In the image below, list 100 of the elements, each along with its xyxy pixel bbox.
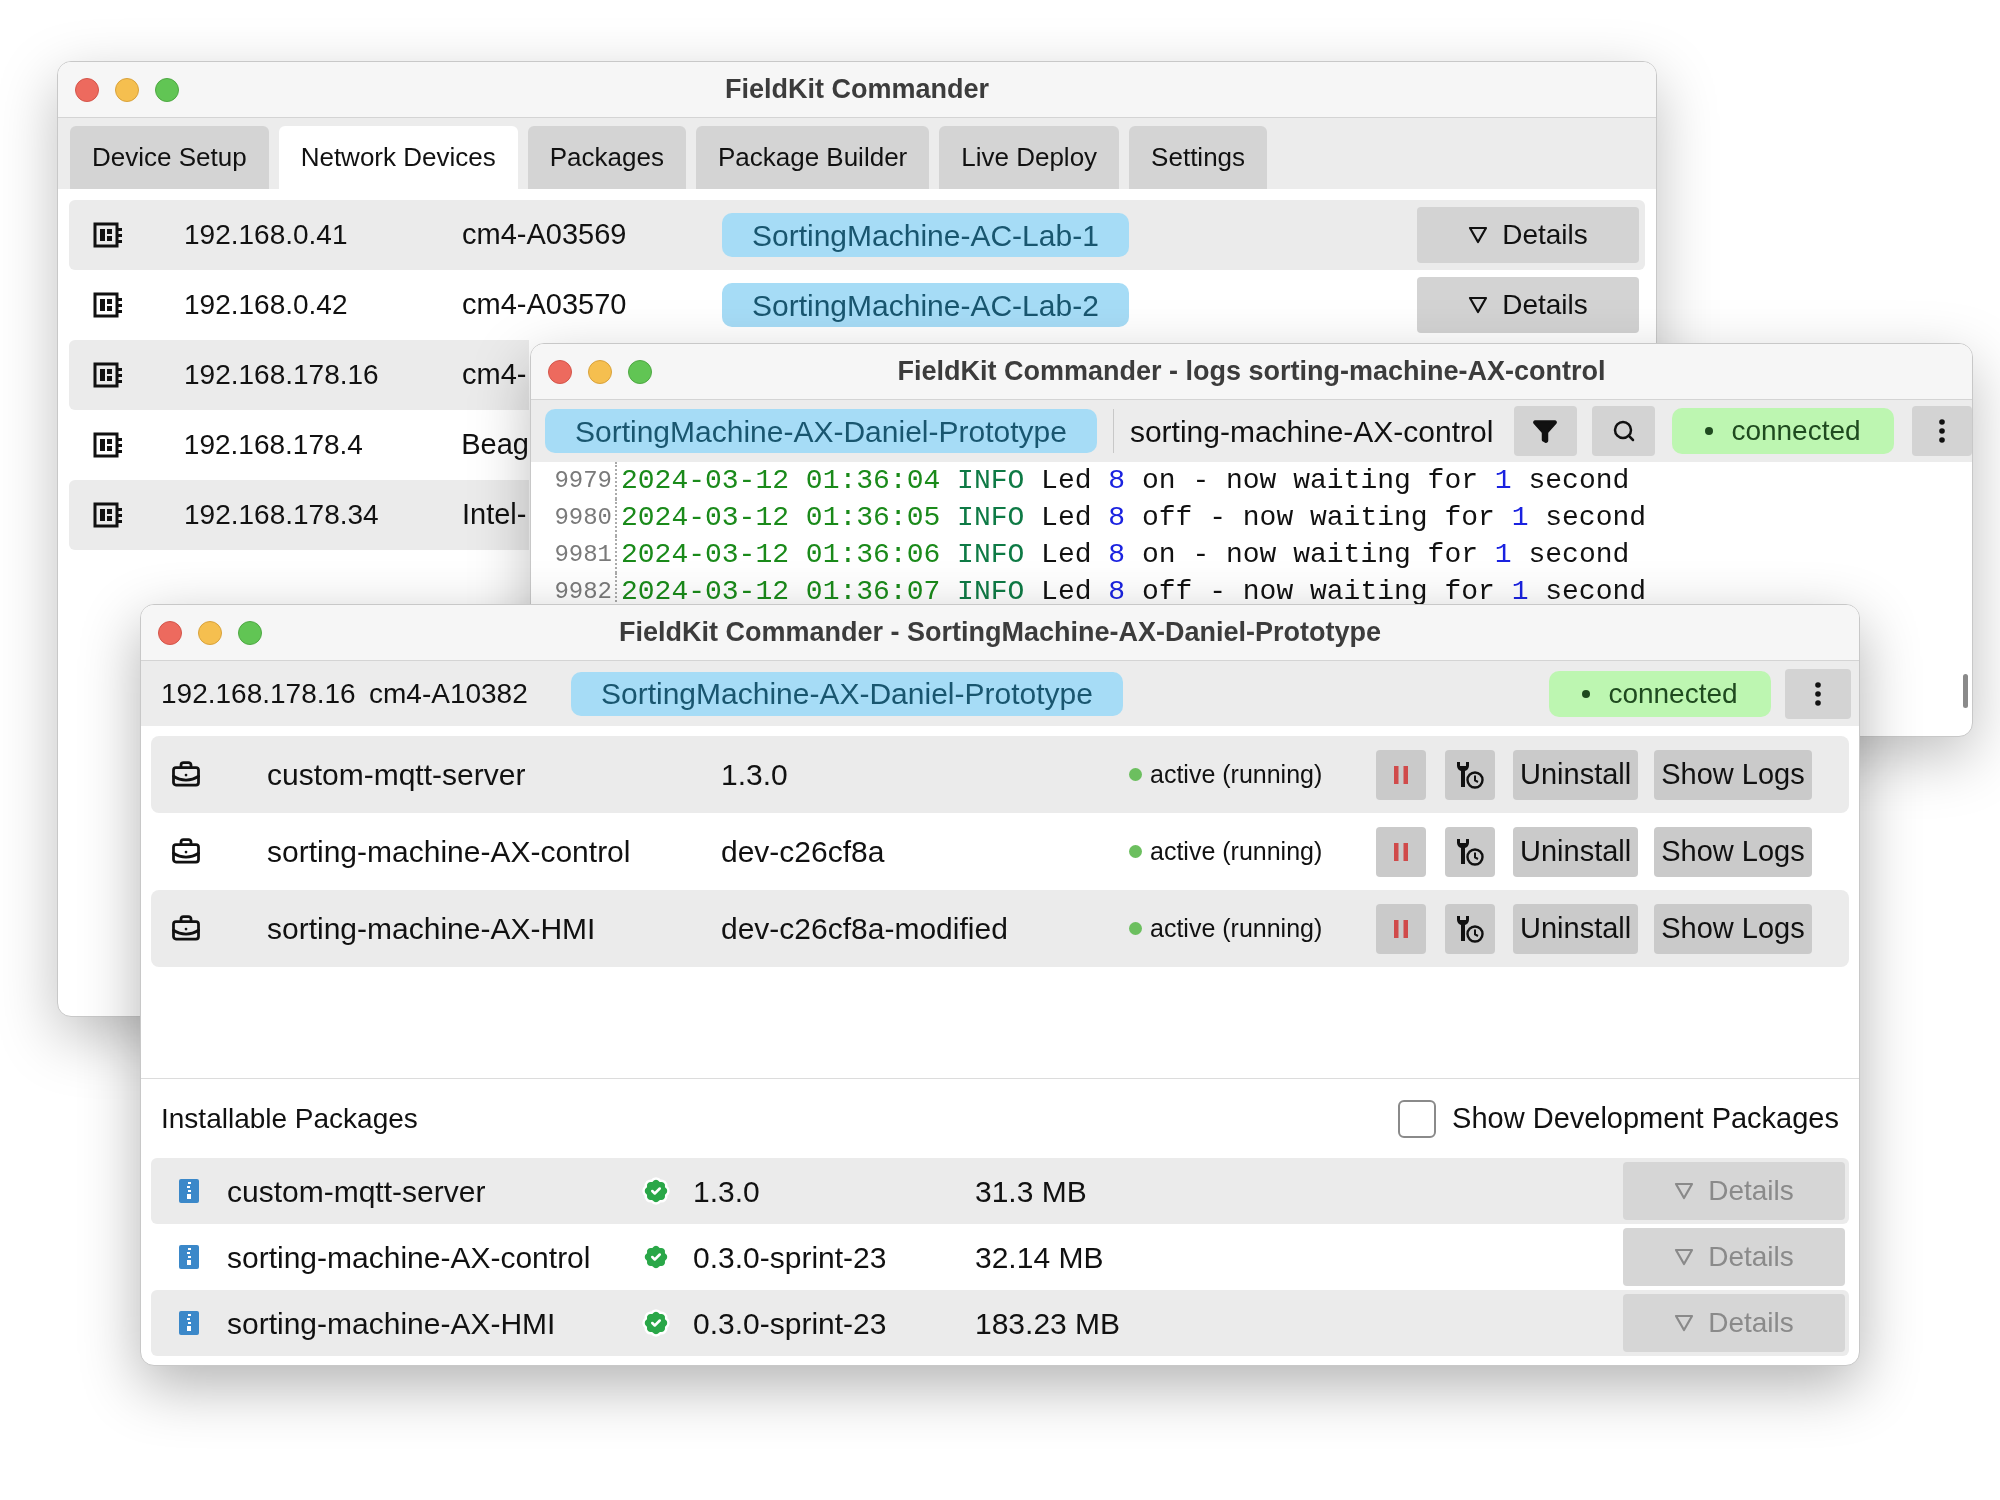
hostname: Intel- (462, 497, 527, 533)
tab[interactable]: Device Setup (70, 126, 269, 189)
close-button[interactable] (75, 77, 99, 102)
filter-button[interactable] (1513, 406, 1577, 456)
package-size: 31.3 MB (975, 1173, 1087, 1210)
archive-icon (179, 1245, 199, 1269)
close-button[interactable] (158, 620, 182, 645)
more-icon (1939, 419, 1945, 443)
pause-icon (1393, 918, 1409, 939)
archive-icon (179, 1179, 199, 1203)
tab[interactable]: Live Deploy (939, 126, 1120, 189)
line-number: 9979 (545, 462, 617, 499)
zoom-button[interactable] (238, 620, 262, 645)
window-title: FieldKit Commander - logs sorting-machine-AX-control (897, 355, 1606, 389)
ip-address: 192.168.178.16 (184, 358, 380, 392)
hostname: Beag (461, 427, 529, 463)
ip-address: 192.168.178.4 (183, 428, 364, 462)
pause-button[interactable] (1376, 903, 1426, 954)
more-button[interactable] (1785, 668, 1851, 719)
connection-status: connected (1672, 408, 1894, 454)
device-board-icon (93, 292, 123, 318)
caret-icon (1674, 1314, 1695, 1332)
details-button[interactable]: Details (1417, 207, 1639, 263)
ip-address: 192.168.0.41 (184, 218, 349, 252)
service-status: active (running) (1150, 758, 1323, 790)
device-row[interactable]: 192.168.0.41 cm4-A03569 SortingMachine-AC-Lab-1 Details (69, 200, 1645, 270)
tab[interactable]: Packages (527, 126, 686, 189)
show-logs-button[interactable]: Show Logs (1654, 903, 1812, 954)
package-name: sorting-machine-AX-control (227, 1239, 592, 1276)
pause-button[interactable] (1376, 826, 1426, 877)
service-name: sorting-machine-AX-HMI (267, 911, 597, 947)
package-name: custom-mqtt-server (227, 1173, 487, 1210)
package-size: 183.23 MB (975, 1305, 1121, 1342)
checkbox[interactable] (1398, 1099, 1437, 1138)
service-name: sorting-machine-AX-control (267, 834, 632, 870)
package-version: 0.3.0-sprint-23 (693, 1239, 888, 1276)
log-line: 2024-03-12 01:36:04 INFO Led 8 on - now waiting for 1 second (620, 463, 1630, 498)
device-board-icon (93, 222, 123, 248)
wrench-clock-icon (1456, 837, 1484, 866)
package-name: sorting-machine-AX-control (1129, 413, 1495, 450)
device-board-icon (93, 432, 123, 458)
schedule-button[interactable] (1445, 826, 1495, 877)
scrollbar[interactable] (1963, 674, 1968, 708)
caret-icon (1468, 296, 1489, 314)
checkbox-label: Show Development Packages (1452, 1100, 1839, 1136)
package-name: sorting-machine-AX-HMI (227, 1305, 557, 1342)
log-line: 2024-03-12 01:36:07 INFO Led 8 off - now waiting for 1 second (620, 574, 1647, 609)
package-version: 1.3.0 (693, 1173, 761, 1210)
archive-icon (179, 1311, 199, 1335)
details-button[interactable]: Details (1417, 277, 1639, 333)
zoom-button[interactable] (628, 359, 652, 384)
section-title: Installable Packages (161, 1101, 418, 1136)
uninstall-button[interactable]: Uninstall (1513, 749, 1639, 800)
device-row[interactable]: 192.168.178.34 Intel- (69, 480, 529, 550)
zoom-button[interactable] (155, 77, 179, 102)
tab[interactable]: Settings (1129, 126, 1268, 189)
uninstall-button[interactable]: Uninstall (1513, 903, 1639, 954)
caret-icon (1674, 1182, 1695, 1200)
service-version: dev-c26cf8a (721, 834, 886, 870)
log-line: 2024-03-12 01:36:06 INFO Led 8 on - now waiting for 1 second (620, 537, 1630, 572)
pause-icon (1393, 841, 1409, 862)
device-row[interactable]: 192.168.178.16 cm4- (69, 340, 529, 410)
show-logs-button[interactable]: Show Logs (1654, 826, 1812, 877)
more-icon (1815, 681, 1821, 706)
service-version: dev-c26cf8a-modified (721, 911, 1009, 947)
service-status: active (running) (1150, 835, 1323, 867)
package-version: 0.3.0-sprint-23 (693, 1305, 888, 1342)
close-button[interactable] (548, 359, 572, 384)
minimize-button[interactable] (115, 77, 139, 102)
hostname: cm4-A10382 (369, 676, 529, 711)
window-title: FieldKit Commander (725, 73, 989, 107)
ip-address: 192.168.0.42 (184, 288, 349, 322)
caret-icon (1468, 226, 1489, 244)
filter-icon (1532, 418, 1559, 444)
line-number: 9981 (545, 536, 617, 573)
schedule-button[interactable] (1445, 903, 1495, 954)
tab[interactable]: Network Devices (278, 126, 518, 189)
pause-button[interactable] (1376, 749, 1426, 800)
minimize-button[interactable] (588, 359, 612, 384)
device-name-tag: SortingMachine-AC-Lab-1 (722, 213, 1129, 257)
service-version: 1.3.0 (721, 757, 789, 793)
uninstall-button[interactable]: Uninstall (1513, 826, 1639, 877)
device-name-tag: SortingMachine-AX-Daniel-Prototype (571, 671, 1123, 716)
tab[interactable]: Package Builder (695, 126, 930, 189)
show-logs-button[interactable]: Show Logs (1654, 749, 1812, 800)
device-name-tag: SortingMachine-AC-Lab-2 (722, 283, 1129, 327)
hostname: cm4-A03570 (462, 287, 628, 323)
search-icon (1611, 419, 1636, 443)
minimize-button[interactable] (198, 620, 222, 645)
log-line: 2024-03-12 01:36:05 INFO Led 8 off - now waiting for 1 second (620, 500, 1647, 535)
schedule-button[interactable] (1445, 749, 1495, 800)
search-button[interactable] (1592, 406, 1655, 456)
wrench-clock-icon (1456, 914, 1484, 943)
device-name-tag: SortingMachine-AX-Daniel-Prototype (545, 409, 1097, 453)
hostname: cm4-A03569 (462, 217, 628, 253)
connection-status: connected (1549, 670, 1771, 717)
pause-icon (1393, 764, 1409, 785)
device-board-icon (93, 502, 123, 528)
device-board-icon (93, 362, 123, 388)
more-button[interactable] (1912, 406, 1972, 456)
